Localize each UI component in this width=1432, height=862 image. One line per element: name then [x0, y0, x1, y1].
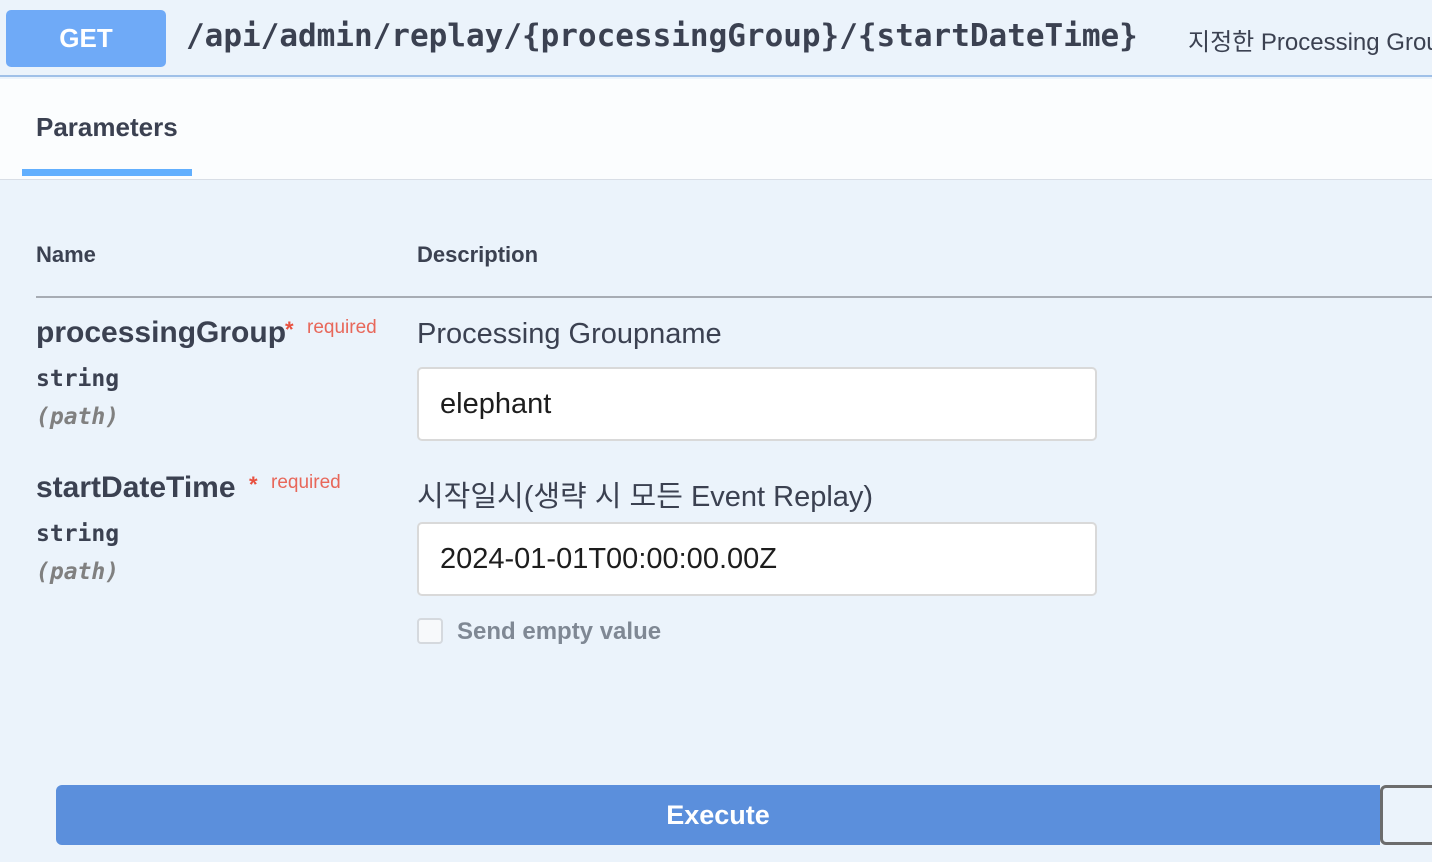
execute-button[interactable]: Execute — [56, 785, 1380, 845]
operation-panel: GET /api/admin/replay/{processingGroup}/… — [0, 0, 1432, 862]
param-name: processingGroup — [36, 316, 287, 349]
processing-group-input[interactable] — [417, 367, 1097, 441]
operation-summary: 지정한 Processing Grou — [1188, 29, 1432, 56]
param-type: string — [36, 521, 120, 547]
start-date-time-input[interactable] — [417, 522, 1097, 596]
required-label: required — [307, 317, 377, 338]
operation-path: /api/admin/replay/{processingGroup}/{sta… — [186, 18, 1138, 54]
tab-active-indicator — [22, 169, 192, 176]
required-star: * — [249, 472, 258, 497]
tab-parameters-label: Parameters — [36, 112, 178, 142]
required-star: * — [285, 317, 294, 342]
tab-parameters[interactable]: Parameters — [22, 79, 192, 176]
send-empty-value-checkbox[interactable] — [417, 618, 443, 644]
param-location: (path) — [36, 404, 120, 430]
param-name: startDateTime — [36, 471, 236, 504]
param-description: Processing Groupname — [417, 318, 722, 350]
param-location: (path) — [36, 559, 120, 585]
name-column-header: Name — [36, 242, 96, 267]
param-description: 시작일시(생략 시 모든 Event Replay) — [417, 481, 874, 513]
tab-bar: Parameters — [0, 79, 1432, 180]
operation-header[interactable]: GET /api/admin/replay/{processingGroup}/… — [0, 0, 1432, 77]
send-empty-value-label[interactable]: Send empty value — [457, 618, 661, 646]
param-type: string — [36, 366, 120, 392]
header-divider — [36, 296, 1432, 298]
method-badge: GET — [6, 10, 166, 67]
description-column-header: Description — [417, 242, 539, 267]
required-label: required — [271, 472, 341, 493]
clear-button[interactable] — [1380, 785, 1432, 845]
